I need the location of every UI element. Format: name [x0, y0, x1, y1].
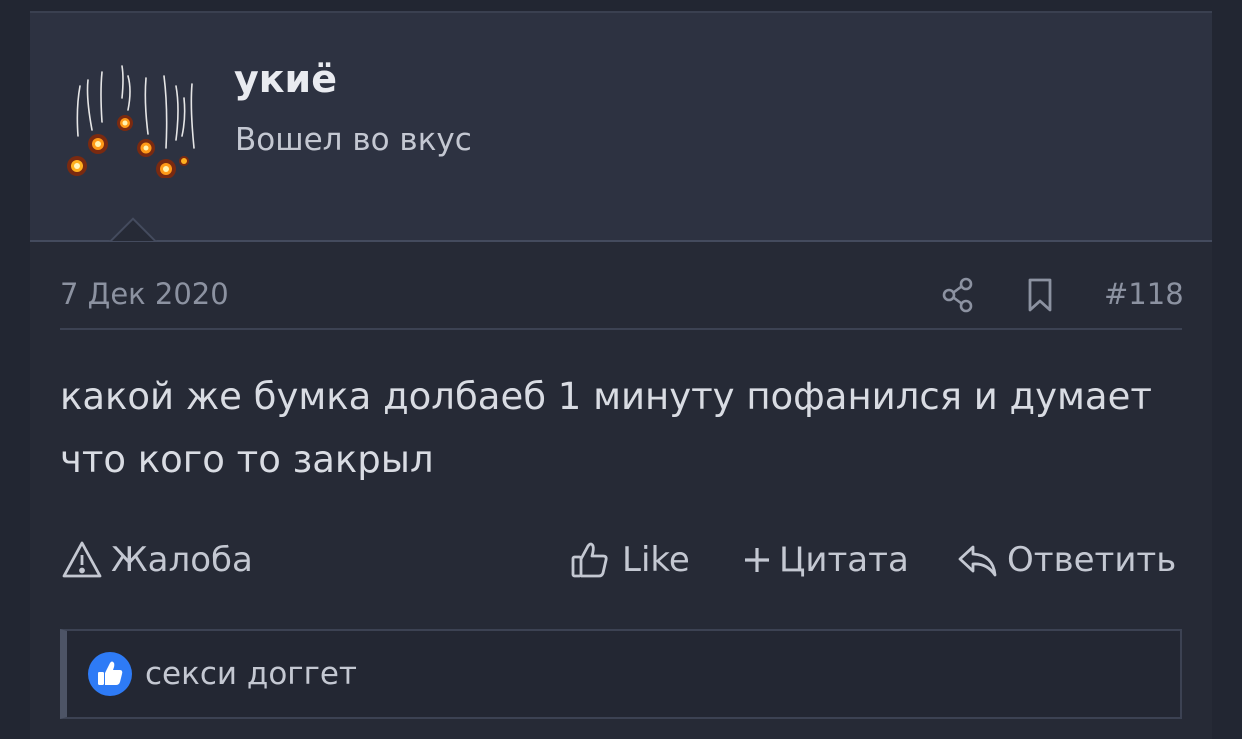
thumbs-up-icon: [571, 542, 608, 578]
forum-post: укиё Вошел во вкус 7 Дек 2020 #118 какой…: [30, 13, 1212, 739]
report-button[interactable]: Жалоба: [61, 535, 253, 585]
meta-divider: [60, 328, 1182, 330]
post-date[interactable]: 7 Дек 2020: [60, 277, 229, 311]
bookmark-icon[interactable]: [1022, 277, 1058, 313]
user-pointer-arrow: [104, 212, 160, 241]
post-number-link[interactable]: #118: [1104, 277, 1184, 311]
like-button[interactable]: Like: [570, 535, 690, 585]
quote-button[interactable]: Цитата: [743, 535, 909, 585]
user-block-divider: [30, 240, 1212, 242]
username[interactable]: укиё: [234, 57, 337, 101]
quote-label: Цитата: [779, 540, 909, 580]
reactions-text[interactable]: секси доггет: [145, 656, 357, 692]
user-info-block: укиё Вошел во вкус: [30, 13, 1212, 240]
warning-icon: [62, 541, 102, 578]
avatar[interactable]: [66, 58, 202, 178]
like-label: Like: [622, 540, 690, 580]
reply-button[interactable]: Ответить: [957, 535, 1176, 585]
post-message: какой же бумка долбаеб 1 минуту пофанилс…: [60, 375, 1152, 481]
reply-label: Ответить: [1007, 540, 1177, 580]
reply-arrow-icon: [958, 545, 997, 577]
report-label: Жалоба: [111, 540, 253, 580]
share-icon[interactable]: [940, 277, 976, 313]
reactions-bar[interactable]: секси доггет: [60, 629, 1182, 719]
thumbs-up-reaction-icon: [88, 652, 132, 696]
plus-icon: [745, 548, 769, 572]
user-title: Вошел во вкус: [235, 122, 472, 158]
